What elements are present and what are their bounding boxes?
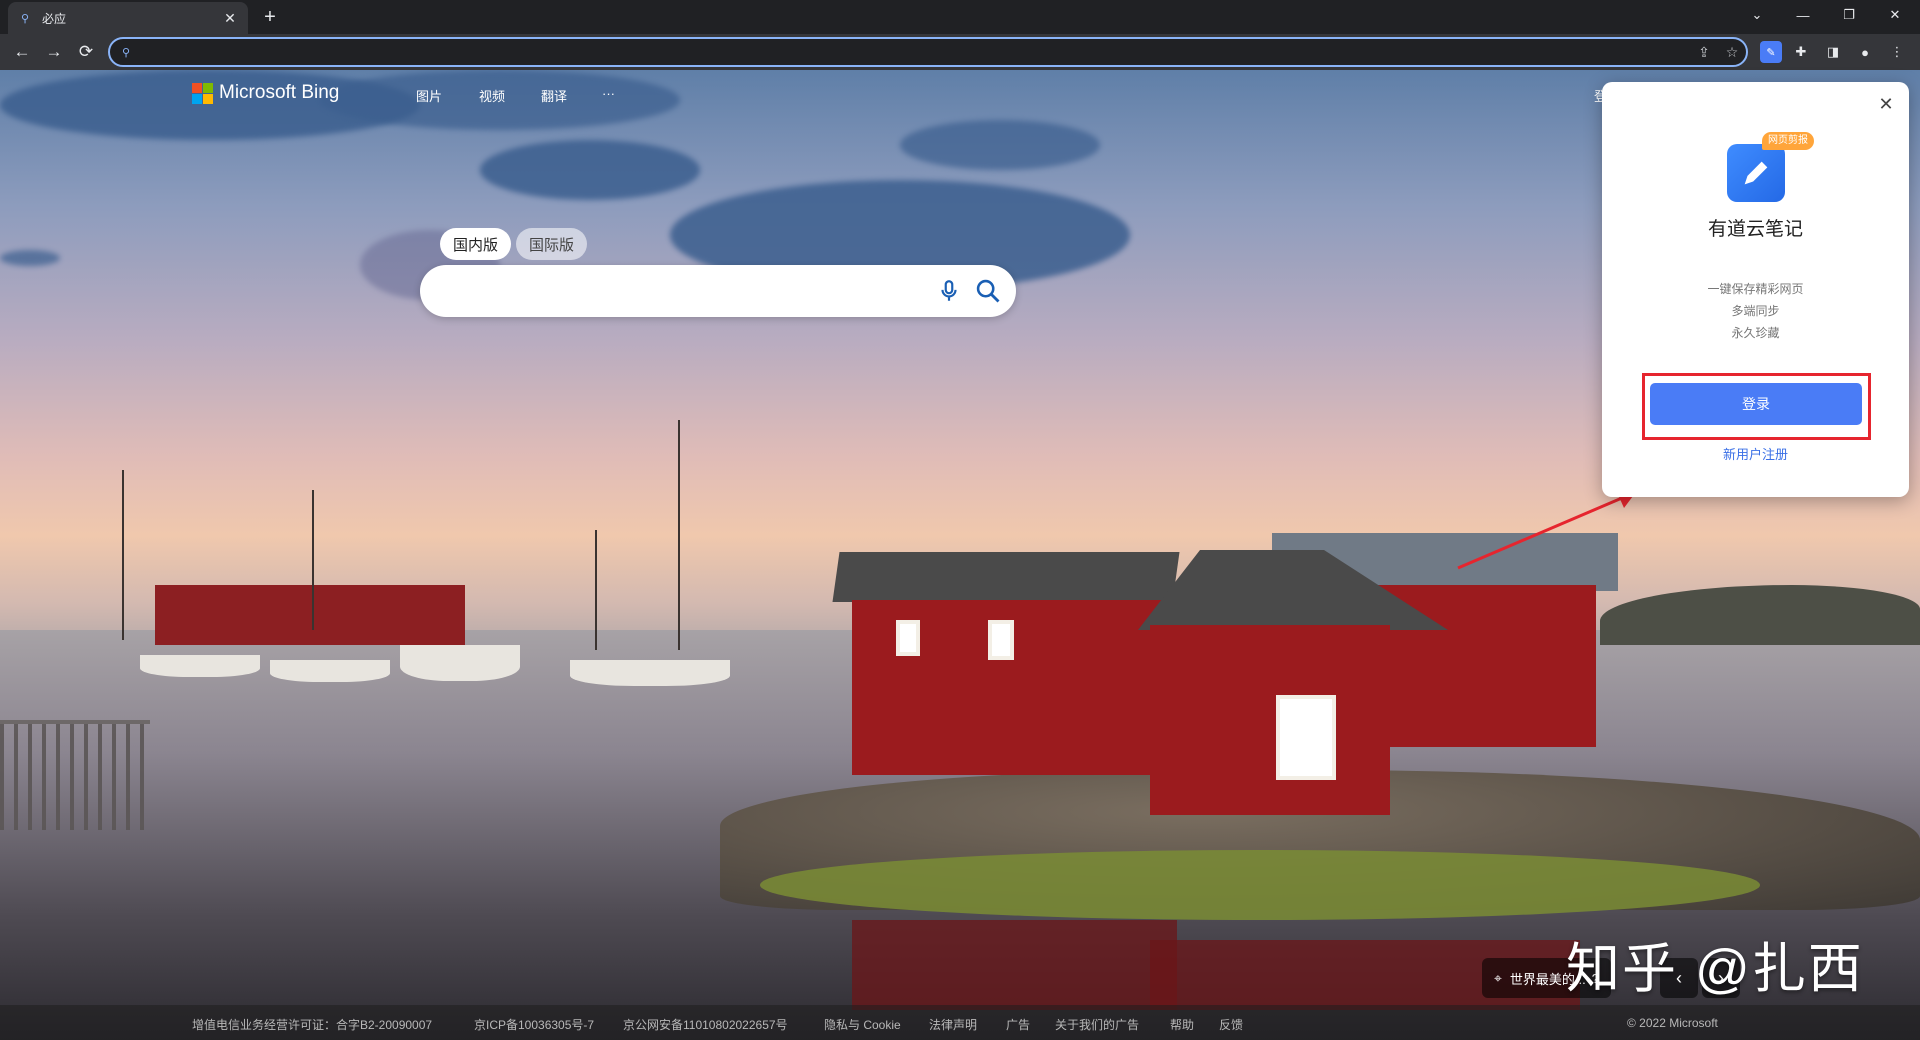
watermark: 知乎 @扎西: [1566, 939, 1864, 999]
login-button[interactable]: 登录: [1650, 383, 1862, 425]
bing-logo-text: Microsoft Bing: [219, 82, 340, 103]
browser-toolbar: ← → ⟳ ⚲ ⇪ ☆ ✎ ✚ ◨ ● ⋮: [0, 34, 1920, 70]
minimize-button[interactable]: —: [1780, 0, 1826, 30]
side-panel-icon[interactable]: ◨: [1822, 41, 1844, 63]
island: [1600, 585, 1920, 645]
house-window: [988, 620, 1014, 660]
footer-link[interactable]: 增值电信业务经营许可证：合字B2-20090007: [192, 1016, 432, 1033]
footer-link[interactable]: 反馈: [1219, 1016, 1243, 1033]
close-icon[interactable]: ✕: [1877, 95, 1895, 114]
restore-button[interactable]: ❐: [1826, 0, 1872, 30]
footer-link[interactable]: 帮助: [1170, 1016, 1194, 1033]
web-clipper-badge: 网页剪报: [1762, 132, 1814, 150]
house-reflection: [852, 920, 1177, 1010]
tab-bing[interactable]: ⚲ 必应 ✕: [8, 2, 248, 34]
tab-title: 必应: [42, 11, 67, 26]
boat: [140, 655, 260, 677]
footer-link[interactable]: 法律声明: [929, 1016, 977, 1033]
location-pin-icon: ⌖: [1494, 969, 1502, 986]
search-icon: ⚲: [122, 46, 131, 59]
moss: [760, 850, 1760, 920]
region-tabs: 国内版 国际版: [440, 228, 588, 260]
mast: [312, 490, 314, 630]
address-bar[interactable]: ⚲ ⇪ ☆: [108, 37, 1748, 67]
profile-icon[interactable]: ●: [1854, 41, 1876, 63]
bing-logo[interactable]: Microsoft Bing: [192, 82, 339, 104]
red-boathouse: [1150, 625, 1390, 815]
new-tab-button[interactable]: +: [258, 6, 282, 30]
search-icon[interactable]: [974, 277, 1002, 305]
tab-domestic[interactable]: 国内版: [440, 228, 512, 260]
app-name: 有道云笔记: [1707, 219, 1803, 240]
nav-translate[interactable]: 翻译: [541, 86, 567, 105]
footer-link[interactable]: 京ICP备10036305号-7: [474, 1016, 594, 1033]
close-window-button[interactable]: ✕: [1872, 0, 1918, 30]
tab-international[interactable]: 国际版: [516, 228, 588, 260]
cloud: [0, 250, 60, 266]
reload-button[interactable]: ⟳: [72, 38, 100, 66]
copyright: © 2022 Microsoft: [1627, 1016, 1718, 1030]
feature-text: 一键保存精彩网页: [1707, 282, 1804, 296]
nav-more[interactable]: ···: [602, 86, 615, 101]
youdao-extension-icon[interactable]: ✎: [1760, 41, 1782, 63]
footer: 增值电信业务经营许可证：合字B2-20090007 京ICP备10036305号…: [0, 1005, 1920, 1040]
share-icon[interactable]: ⇪: [1690, 44, 1718, 61]
microphone-icon[interactable]: [936, 278, 962, 304]
forward-button[interactable]: →: [40, 38, 68, 66]
nav-videos[interactable]: 视频: [479, 86, 505, 105]
mast: [678, 420, 680, 650]
extensions-puzzle-icon[interactable]: ✚: [1790, 41, 1812, 63]
tab-search-chevron-icon[interactable]: ⌄: [1734, 0, 1780, 30]
search-favicon-icon: ⚲: [20, 12, 30, 25]
footer-link[interactable]: 京公网安备11010802022657号: [623, 1016, 788, 1033]
feature-text: 永久珍藏: [1731, 326, 1780, 340]
footer-link[interactable]: 隐私与 Cookie: [824, 1016, 901, 1033]
roof: [832, 552, 1180, 602]
house-window: [896, 620, 920, 656]
microsoft-logo-icon: [192, 82, 213, 104]
menu-kebab-icon[interactable]: ⋮: [1886, 41, 1908, 63]
cloud: [480, 140, 700, 200]
boat: [570, 660, 730, 686]
search-box: [420, 265, 1016, 317]
pier: [0, 720, 150, 830]
bookmark-star-icon[interactable]: ☆: [1718, 44, 1746, 61]
boat: [400, 645, 520, 681]
footer-link[interactable]: 关于我们的广告: [1055, 1016, 1139, 1033]
mast: [595, 530, 597, 650]
tab-close-icon[interactable]: ✕: [222, 10, 238, 26]
search-input[interactable]: [442, 277, 922, 305]
boat: [270, 660, 390, 682]
address-input[interactable]: [138, 44, 1690, 60]
feature-text: 多端同步: [1731, 304, 1780, 318]
cloud: [900, 120, 1100, 170]
youdao-note-logo-icon: [1727, 144, 1785, 202]
footer-link[interactable]: 广告: [1006, 1016, 1030, 1033]
tab-strip: ⚲ 必应 ✕ + ⌄ — ❐ ✕: [0, 0, 1920, 34]
house-window: [1276, 695, 1336, 780]
youdao-note-popup: ✕ 网页剪报 有道云笔记 一键保存精彩网页 多端同步 永久珍藏 登录 新用户注册: [1602, 82, 1909, 497]
nav-images[interactable]: 图片: [416, 86, 442, 105]
mast: [122, 470, 124, 640]
register-link[interactable]: 新用户注册: [1602, 444, 1909, 463]
distant-houses: [155, 585, 465, 645]
back-button[interactable]: ←: [8, 38, 36, 66]
